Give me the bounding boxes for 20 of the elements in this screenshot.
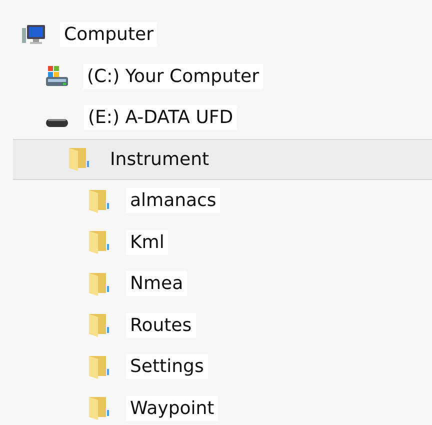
tree-item[interactable]: Computer: [60, 22, 158, 48]
folder-icon: [88, 396, 112, 420]
drive-icon: [45, 64, 69, 88]
tree-item[interactable]: (E:) A-DATA UFD: [84, 105, 238, 130]
folder-icon: [68, 147, 92, 172]
folder-icon: [88, 188, 112, 213]
tree-item[interactable]: Nmea: [126, 271, 188, 296]
tree-item[interactable]: Routes: [126, 312, 196, 338]
selected-tree-row[interactable]: Instrument: [13, 138, 432, 180]
tree-item[interactable]: Waypoint: [126, 396, 218, 421]
folder-icon: [88, 230, 112, 254]
folder-icon: [88, 313, 112, 338]
tree-item[interactable]: almanacs: [126, 188, 220, 214]
tree-item[interactable]: Kml: [126, 230, 168, 255]
tree-item[interactable]: Settings: [126, 354, 208, 380]
computer-icon: [22, 22, 46, 47]
folder-icon: [88, 354, 112, 379]
tree-item[interactable]: (C:) Your Computer: [83, 64, 264, 89]
usb-drive-icon: [46, 118, 68, 127]
folder-icon: [88, 272, 112, 296]
